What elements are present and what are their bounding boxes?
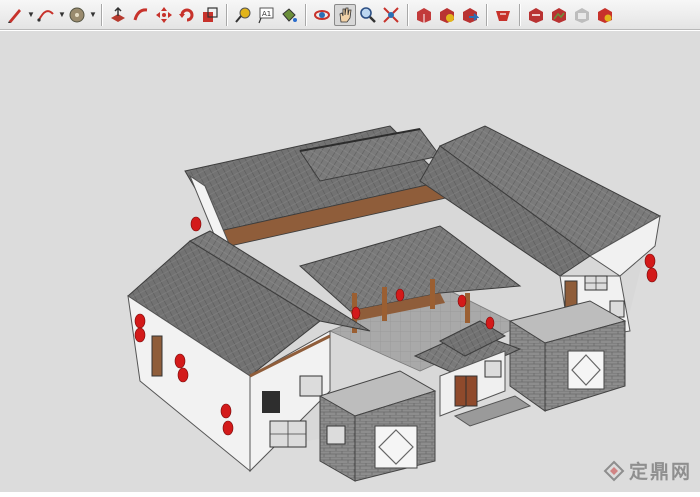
rotate-tool-icon[interactable] — [176, 4, 198, 26]
paint-bucket-tool-icon[interactable] — [278, 4, 300, 26]
component-tool-icon[interactable] — [594, 4, 616, 26]
push-pull-tool-icon[interactable] — [107, 4, 129, 26]
extension-warehouse-icon[interactable] — [492, 4, 514, 26]
move-tool-icon[interactable] — [153, 4, 175, 26]
photo-textures-icon[interactable] — [571, 4, 593, 26]
zoom-extents-tool-icon[interactable] — [380, 4, 402, 26]
model-viewport[interactable]: 定鼎网 — [0, 31, 700, 492]
courtyard-house-model — [127, 125, 662, 482]
toolbar: ▼ ▼ ▼ A1 — [0, 0, 700, 30]
pencil-tool-icon[interactable] — [4, 4, 26, 26]
add-location-icon[interactable] — [525, 4, 547, 26]
toolbar-separator — [407, 3, 409, 26]
svg-text:A1: A1 — [262, 10, 271, 18]
circle-menu-arrow-icon[interactable]: ▼ — [89, 4, 97, 26]
toolbar-separator — [519, 3, 521, 26]
pan-tool-icon[interactable] — [334, 3, 356, 26]
toolbar-separator — [486, 3, 488, 26]
toolbar-separator — [101, 3, 103, 26]
toggle-terrain-icon[interactable] — [548, 4, 570, 26]
arc-tool-icon[interactable] — [35, 4, 57, 26]
front-gate-block-right — [508, 300, 627, 412]
circle-tool-icon[interactable] — [66, 4, 88, 26]
follow-me-tool-icon[interactable] — [130, 4, 152, 26]
3d-warehouse-icon[interactable] — [413, 4, 435, 26]
toolbar-separator — [226, 3, 228, 26]
scale-tool-icon[interactable] — [199, 4, 221, 26]
orbit-tool-icon[interactable] — [311, 4, 333, 26]
get-models-icon[interactable] — [436, 4, 458, 26]
pencil-menu-arrow-icon[interactable]: ▼ — [27, 4, 35, 26]
toolbar-separator — [305, 3, 307, 26]
share-model-icon[interactable] — [459, 4, 481, 26]
text-tool-icon[interactable]: A1 — [255, 4, 277, 26]
tape-measure-tool-icon[interactable] — [232, 4, 254, 26]
watermark: 定鼎网 — [603, 457, 692, 484]
watermark-text: 定鼎网 — [628, 461, 692, 483]
zoom-tool-icon[interactable] — [357, 4, 379, 26]
watermark-logo-icon — [603, 460, 625, 481]
arc-menu-arrow-icon[interactable]: ▼ — [58, 4, 66, 26]
